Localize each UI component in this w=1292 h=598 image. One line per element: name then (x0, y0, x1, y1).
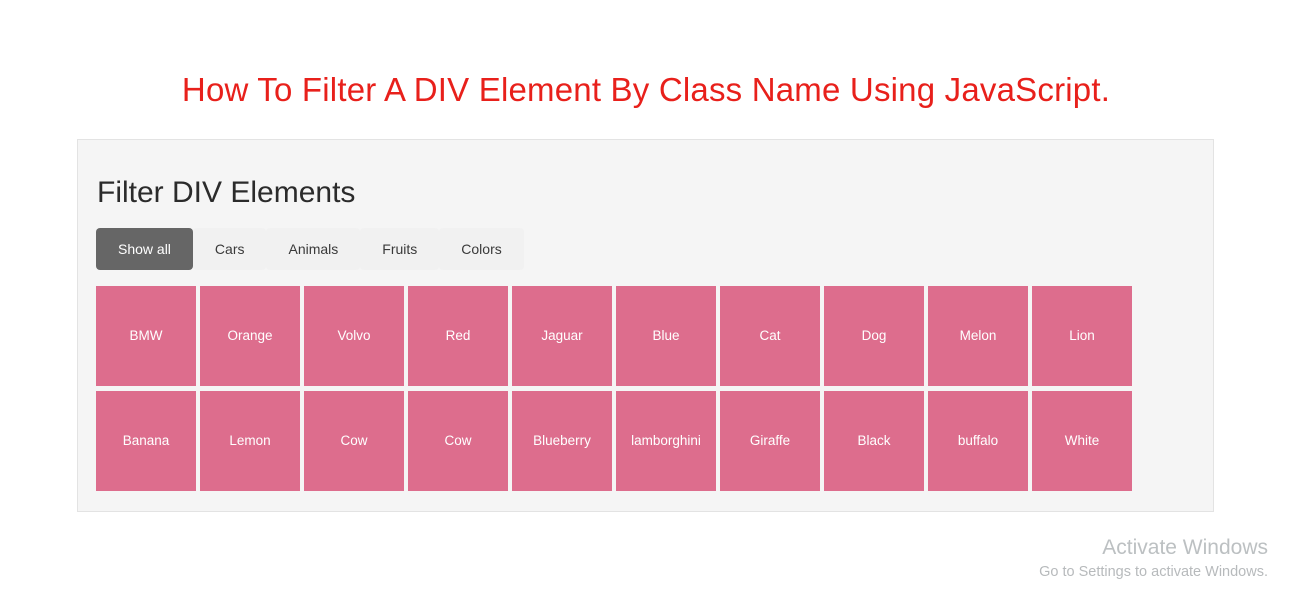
filter-button-show-all[interactable]: Show all (96, 228, 193, 270)
filter-panel: Filter DIV Elements Show all Cars Animals F… (77, 139, 1214, 512)
windows-activation-watermark: Activate Windows Go to Settings to activ… (1039, 534, 1268, 583)
tile-cat[interactable]: Cat (720, 286, 820, 386)
tile-volvo[interactable]: Volvo (304, 286, 404, 386)
page-title: How To Filter A DIV Element By Class Nam… (181, 71, 1111, 108)
tile-red[interactable]: Red (408, 286, 508, 386)
tile-banana[interactable]: Banana (96, 391, 196, 491)
tile-buffalo[interactable]: buffalo (928, 391, 1028, 491)
tile-blueberry[interactable]: Blueberry (512, 391, 612, 491)
tile-giraffe[interactable]: Giraffe (720, 391, 820, 491)
tile-jaguar[interactable]: Jaguar (512, 286, 612, 386)
tile-lion[interactable]: Lion (1032, 286, 1132, 386)
tile-bmw[interactable]: BMW (96, 286, 196, 386)
filter-button-colors[interactable]: Colors (439, 228, 524, 270)
tile-black[interactable]: Black (824, 391, 924, 491)
filter-button-cars[interactable]: Cars (192, 228, 267, 270)
panel-heading: Filter DIV Elements (97, 176, 356, 209)
tile-cow[interactable]: Cow (408, 391, 508, 491)
watermark-title: Activate Windows (1102, 536, 1268, 559)
tile-lemon[interactable]: Lemon (200, 391, 300, 491)
tile-lamborghini[interactable]: lamborghini (616, 391, 716, 491)
watermark-subtitle: Go to Settings to activate Windows. (1039, 564, 1268, 580)
tile-blue[interactable]: Blue (616, 286, 716, 386)
tile-dog[interactable]: Dog (824, 286, 924, 386)
filter-button-bar: Show all Cars Animals Fruits Colors (78, 210, 1213, 270)
tile-melon[interactable]: Melon (928, 286, 1028, 386)
filter-button-fruits[interactable]: Fruits (360, 228, 440, 270)
filter-tile-grid: BMW Orange Volvo Red Jaguar Blue Cat Dog Melon Li… (78, 270, 1140, 496)
tile-cow[interactable]: Cow (304, 391, 404, 491)
tile-orange[interactable]: Orange (200, 286, 300, 386)
filter-button-animals[interactable]: Animals (266, 228, 361, 270)
tile-white[interactable]: White (1032, 391, 1132, 491)
